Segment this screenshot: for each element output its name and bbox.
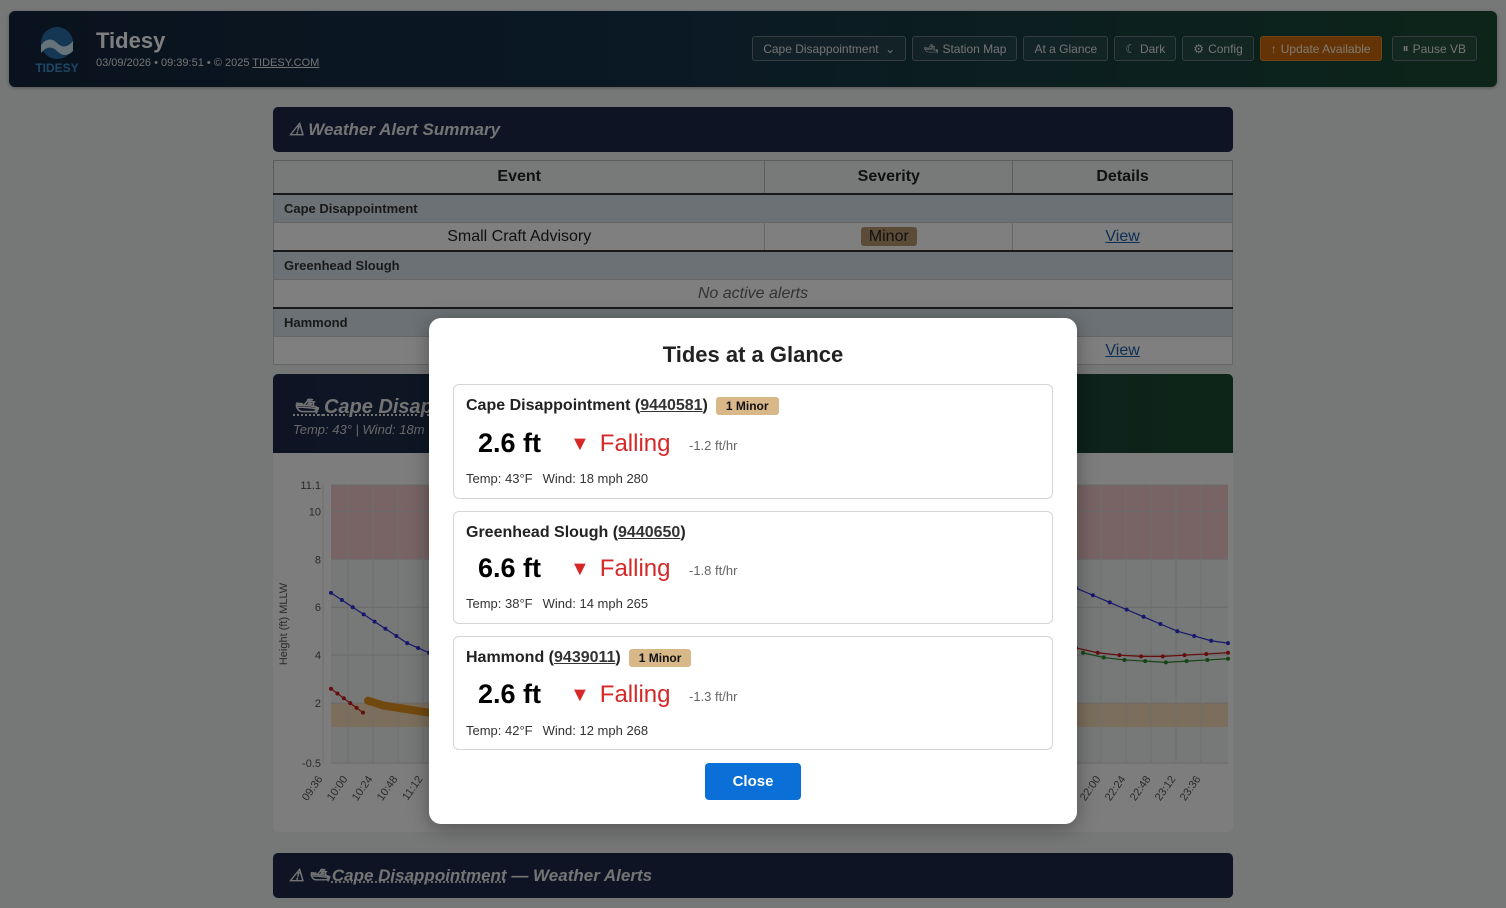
rate: -1.8 ft/hr (689, 563, 738, 578)
wind-text: Wind: 12 mph 268 (542, 723, 649, 738)
station-name: Cape Disappointment (9440581) 1 Minor (466, 397, 779, 415)
weather-info: Temp: 42°F Wind: 12 mph 268 (466, 723, 658, 738)
wind-text: Wind: 18 mph 280 (542, 471, 649, 486)
modal-title: Tides at a Glance (662, 342, 844, 367)
station-card: Greenhead Slough (9440650) 6.6 ft ▼ Fall… (453, 511, 1053, 624)
tides-at-a-glance-modal: Tides at a Glance Cape Disappointment (9… (429, 318, 1077, 824)
trend: ▼ Falling (570, 555, 671, 582)
close-button[interactable]: Close (705, 763, 801, 800)
weather-info: Temp: 43°F Wind: 18 mph 280 (466, 471, 658, 486)
arrow-down-icon: ▼ (570, 557, 590, 580)
arrow-down-icon: ▼ (570, 683, 590, 706)
station-card: Hammond (9439011) 1 Minor 2.6 ft ▼ Falli… (453, 636, 1053, 750)
water-level: 6.6 ft (478, 553, 542, 583)
trend: ▼ Falling (570, 681, 671, 708)
temp-text: Temp: 42°F (466, 723, 533, 738)
water-level: 2.6 ft (478, 679, 542, 709)
alert-badge: 1 Minor (628, 649, 692, 667)
weather-info: Temp: 38°F Wind: 14 mph 265 (466, 596, 658, 611)
station-id-link[interactable]: 9440581 (640, 397, 702, 415)
wind-text: Wind: 14 mph 265 (542, 596, 649, 611)
arrow-down-icon: ▼ (570, 432, 590, 455)
station-card: Cape Disappointment (9440581) 1 Minor 2.… (453, 384, 1053, 499)
station-name: Hammond (9439011) 1 Minor (466, 649, 692, 667)
station-id-link[interactable]: 9439011 (554, 649, 615, 667)
alert-badge: 1 Minor (715, 397, 779, 415)
station-id-link[interactable]: 9440650 (618, 524, 680, 542)
water-level: 2.6 ft (478, 428, 542, 458)
temp-text: Temp: 43°F (466, 471, 533, 486)
trend: ▼ Falling (570, 430, 671, 457)
rate: -1.3 ft/hr (689, 689, 738, 704)
temp-text: Temp: 38°F (466, 596, 533, 611)
station-name: Greenhead Slough (9440650) (466, 524, 686, 542)
rate: -1.2 ft/hr (689, 438, 738, 453)
